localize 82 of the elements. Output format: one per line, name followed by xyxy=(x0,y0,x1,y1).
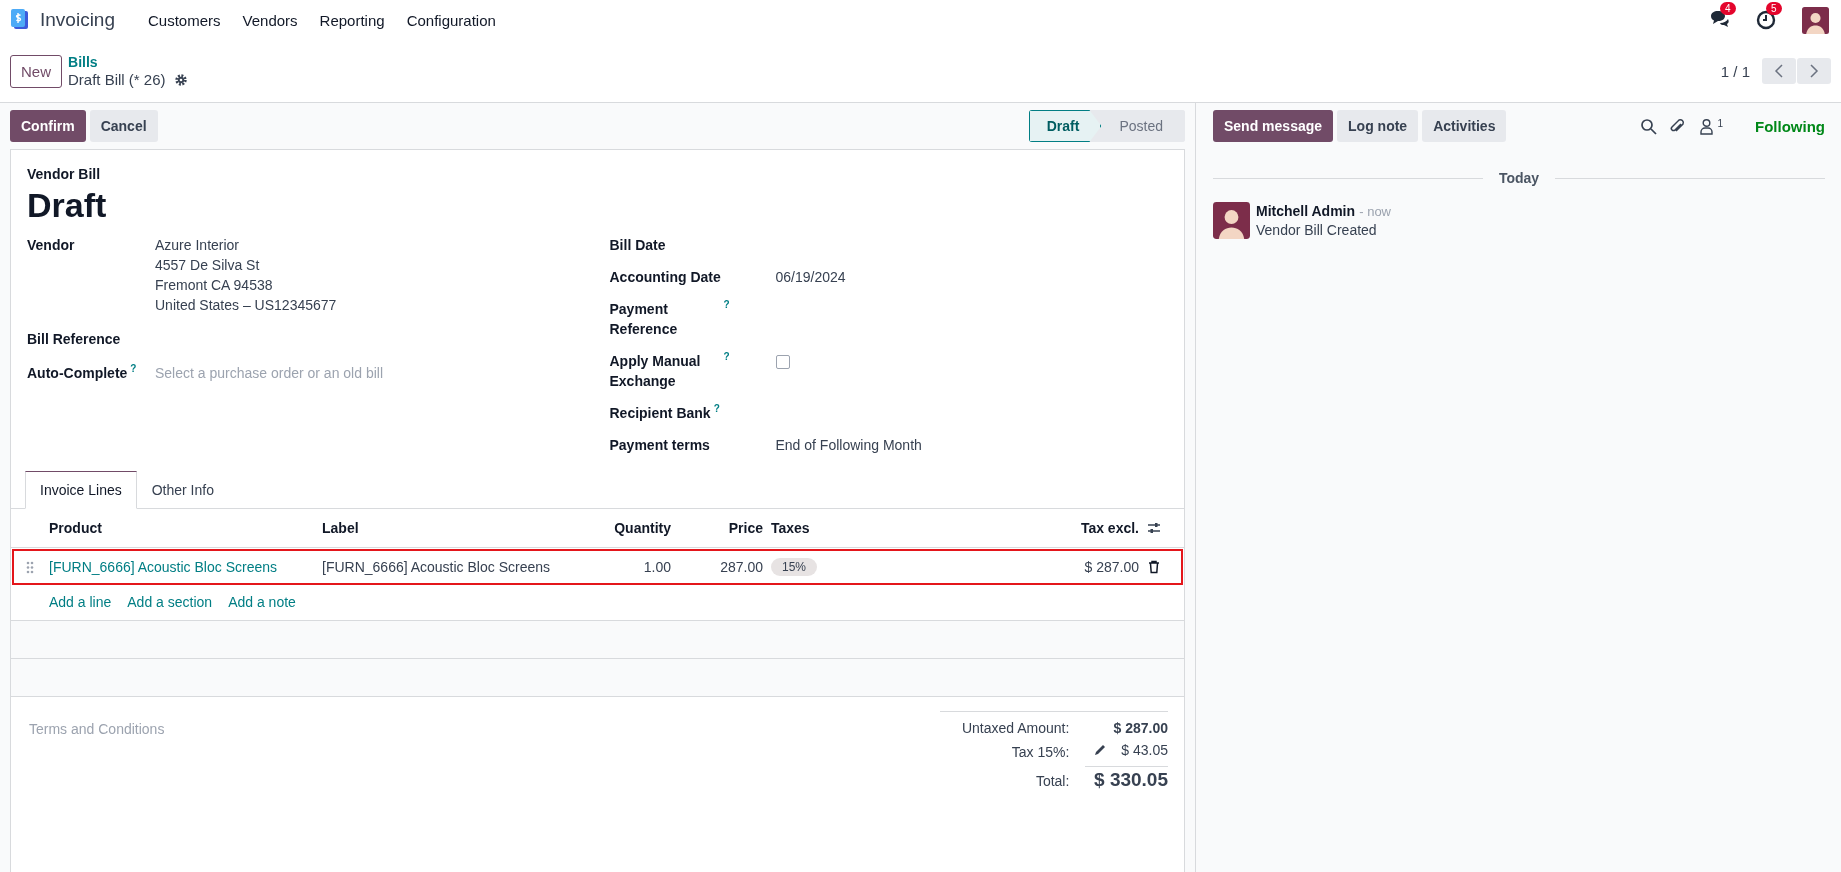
drag-handle-icon[interactable] xyxy=(26,560,34,574)
add-link[interactable]: Add a note xyxy=(228,594,296,610)
add-link[interactable]: Add a line xyxy=(49,594,112,610)
message-time: - now xyxy=(1359,204,1391,219)
total-value: $ 43.05 xyxy=(1121,742,1168,758)
help-tooltip[interactable]: ? xyxy=(723,299,730,311)
field-label: Bill Reference xyxy=(27,330,121,349)
field-value: End of Following Month xyxy=(775,436,923,455)
app-name[interactable]: Invoicing xyxy=(40,9,115,31)
product-link[interactable]: [FURN_6666] Acoustic Bloc Screens xyxy=(49,559,277,575)
help-tooltip[interactable]: ? xyxy=(723,351,730,363)
table-cell: [FURN_6666] Acoustic Bloc Screens xyxy=(322,559,550,575)
notification-badge: 4 xyxy=(1720,2,1736,15)
checkbox[interactable] xyxy=(775,355,790,369)
followers-count: 1 xyxy=(1717,117,1723,129)
app-logo-icon[interactable] xyxy=(10,9,30,31)
new-button[interactable]: New xyxy=(10,54,62,88)
date-separator: Today xyxy=(1498,170,1540,186)
total-value: $ 330.05 xyxy=(1094,769,1168,791)
field-value: Azure Interior xyxy=(155,236,241,255)
chatter-button[interactable]: Log note xyxy=(1337,110,1419,142)
record-name: Draft Bill (* 26) xyxy=(68,71,166,88)
table-cell: $ 287.00 xyxy=(1084,559,1139,575)
total-label: Untaxed Amount: xyxy=(960,720,1070,736)
search-icon[interactable] xyxy=(1640,117,1658,135)
field-label: Vendor xyxy=(27,236,75,255)
notification-badge: 5 xyxy=(1766,2,1782,15)
column-header[interactable]: Product xyxy=(49,509,322,548)
sliders-icon[interactable] xyxy=(1147,521,1161,535)
help-tooltip[interactable]: ? xyxy=(713,403,720,415)
form-title: Draft xyxy=(27,186,108,225)
menu-item[interactable]: Configuration xyxy=(395,11,507,29)
column-header[interactable]: Quantity xyxy=(572,509,679,548)
message-author: Mitchell Admin xyxy=(1256,203,1356,219)
tab[interactable]: Other Info xyxy=(136,471,229,509)
add-link[interactable]: Add a section xyxy=(127,594,213,610)
field-label: Apply Manual Exchange xyxy=(609,352,702,391)
total-label: Tax 15%: xyxy=(1010,744,1070,760)
message-body: Vendor Bill Created xyxy=(1256,222,1378,238)
action-button[interactable]: Confirm xyxy=(10,110,86,142)
chatter-button[interactable]: Send message xyxy=(1213,110,1334,142)
chat-icon[interactable] xyxy=(1710,10,1730,28)
field-value: 06/19/2024 xyxy=(775,268,847,287)
chevron-left-icon xyxy=(1774,64,1784,78)
gear-icon[interactable] xyxy=(173,72,188,87)
field-value: United States – US12345677 xyxy=(155,296,338,315)
tab[interactable]: Invoice Lines xyxy=(25,471,137,509)
field-value: 4557 De Silva St xyxy=(155,256,261,275)
field-label: Payment Reference xyxy=(609,300,679,339)
pager-value: 1 / 1 xyxy=(1720,62,1750,80)
following-button[interactable]: Following xyxy=(1755,117,1825,135)
menu-item[interactable]: Customers xyxy=(137,11,232,29)
chevron-right-icon xyxy=(1809,64,1819,78)
column-header[interactable]: Label xyxy=(322,509,572,548)
field-label: Auto-Complete xyxy=(27,364,128,383)
status-step[interactable]: Draft xyxy=(1028,110,1102,142)
chatter-button[interactable]: Activities xyxy=(1422,110,1507,142)
action-button[interactable]: Cancel xyxy=(89,110,158,142)
total-label: Total: xyxy=(1034,773,1070,789)
column-header[interactable]: Taxes xyxy=(771,509,1007,548)
form-subtitle: Vendor Bill xyxy=(27,166,102,182)
field-value: Fremont CA 94538 xyxy=(155,276,274,295)
pencil-icon[interactable] xyxy=(1093,743,1108,757)
field-label: Bill Date xyxy=(609,236,666,255)
avatar-icon xyxy=(1802,6,1829,34)
person-icon[interactable] xyxy=(1698,117,1716,135)
table-cell: 287.00 xyxy=(720,559,763,575)
total-value: $ 287.00 xyxy=(1113,720,1168,736)
column-header[interactable]: Tax excl. xyxy=(1007,509,1147,548)
breadcrumb-link[interactable]: Bills xyxy=(68,54,188,71)
help-tooltip[interactable]: ? xyxy=(130,363,137,375)
field-label: Accounting Date xyxy=(609,268,721,287)
column-header[interactable]: Price xyxy=(679,509,771,548)
field-label: Recipient Bank xyxy=(609,404,711,423)
table-cell: 1.00 xyxy=(643,559,671,575)
trash-icon[interactable] xyxy=(1147,560,1161,574)
clock-icon[interactable] xyxy=(1756,10,1776,30)
field-label: Payment terms xyxy=(609,436,710,455)
avatar-icon xyxy=(1213,202,1250,239)
menu-item[interactable]: Reporting xyxy=(308,11,396,29)
menu-item[interactable]: Vendors xyxy=(231,11,309,29)
tax-tag: 15% xyxy=(771,558,818,576)
